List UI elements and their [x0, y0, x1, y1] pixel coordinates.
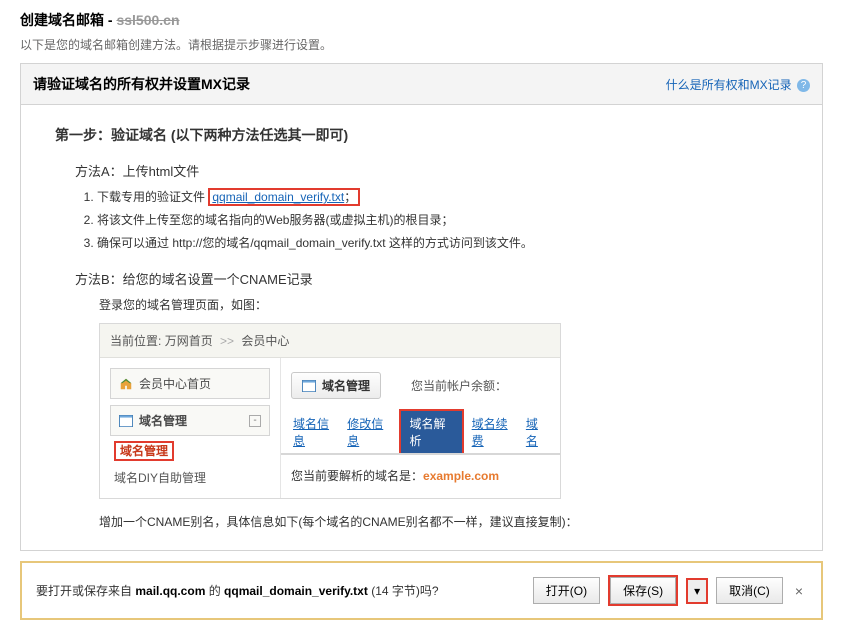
home-icon	[119, 377, 133, 391]
sidebar-item-domain[interactable]: 域名管理 -	[110, 405, 270, 436]
panel-title: 请验证域名的所有权并设置MX记录	[33, 74, 250, 94]
tab-domain-info[interactable]: 域名信息	[291, 411, 339, 453]
tab-domain-renew[interactable]: 域名续费	[470, 411, 518, 453]
sidebar-sub-diy[interactable]: 域名DIY自助管理	[114, 469, 270, 486]
download-notification-bar: 要打开或保存来自 mail.qq.com 的 qqmail_domain_ver…	[20, 561, 823, 620]
method-a-step-1: 下载专用的验证文件 qqmail_domain_verify.txt；	[97, 188, 788, 205]
window-icon	[119, 415, 133, 427]
tab-domain-resolve[interactable]: 域名解析	[399, 409, 463, 453]
breadcrumb: 当前位置: 万网首页 >> 会员中心	[100, 324, 560, 358]
cancel-button[interactable]: 取消(C)	[716, 577, 783, 604]
open-button[interactable]: 打开(O)	[533, 577, 600, 604]
sidebar-item-home[interactable]: 会员中心首页	[110, 368, 270, 399]
verify-file-link[interactable]: qqmail_domain_verify.txt	[212, 190, 344, 204]
window-icon	[302, 380, 316, 392]
help-link[interactable]: 什么是所有权和MX记录 ?	[666, 76, 810, 93]
account-balance-label: 您当前帐户余额：	[411, 377, 507, 394]
tab-modify-info[interactable]: 修改信息	[345, 411, 393, 453]
verify-panel: 请验证域名的所有权并设置MX记录 什么是所有权和MX记录 ? 第一步：验证域名 …	[20, 63, 823, 551]
method-a-step-3: 确保可以通过 http://您的域名/qqmail_domain_verify.…	[97, 234, 788, 251]
method-b-sub: 登录您的域名管理页面，如图：	[99, 296, 788, 313]
tab-domain-more[interactable]: 域名	[524, 411, 550, 453]
resolve-line: 您当前要解析的域名是：example.com	[281, 455, 560, 488]
page-title: 创建域名邮箱 - ssl500.cn	[20, 12, 180, 28]
page-subtitle: 以下是您的域名邮箱创建方法。请根据提示步骤进行设置。	[0, 34, 843, 63]
help-icon: ?	[797, 79, 810, 92]
step-title: 第一步：验证域名 (以下两种方法任选其一即可)	[55, 125, 788, 145]
example-screenshot: 当前位置: 万网首页 >> 会员中心 会员中心首页	[99, 323, 561, 499]
domain-manage-button[interactable]: 域名管理	[291, 372, 381, 399]
save-button[interactable]: 保存(S)	[610, 577, 676, 604]
method-a-title: 方法A：上传html文件	[75, 161, 788, 180]
method-b-title: 方法B：给您的域名设置一个CNAME记录	[75, 269, 788, 288]
sidebar-sub-domain[interactable]: 域名管理	[114, 442, 270, 459]
collapse-icon[interactable]: -	[249, 415, 261, 427]
save-dropdown-button[interactable]: ▾	[688, 580, 706, 602]
close-button[interactable]: ×	[791, 583, 807, 599]
download-message: 要打开或保存来自 mail.qq.com 的 qqmail_domain_ver…	[36, 582, 439, 599]
cname-note: 增加一个CNAME别名，具体信息如下(每个域名的CNAME别名都不一样，建议直接…	[99, 513, 788, 530]
method-a-step-2: 将该文件上传至您的域名指向的Web服务器(或虚拟主机)的根目录；	[97, 211, 788, 228]
